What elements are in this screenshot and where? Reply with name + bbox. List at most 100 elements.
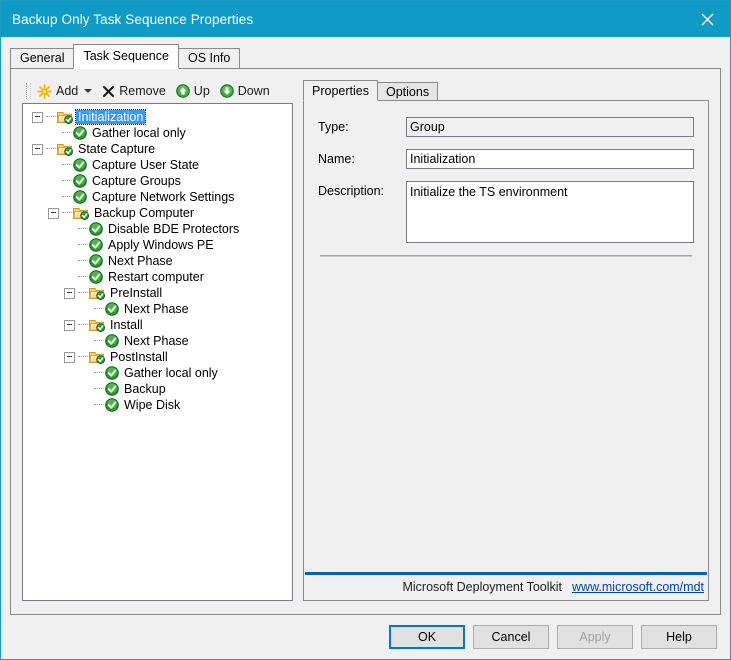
add-button[interactable]: Add xyxy=(37,84,92,99)
tree-connector xyxy=(94,388,104,390)
folder-group-icon xyxy=(57,142,73,156)
name-field[interactable] xyxy=(406,149,694,169)
tree-connector xyxy=(78,228,88,230)
tree-item[interactable]: PostInstall xyxy=(23,349,292,365)
collapse-toggle-icon[interactable] xyxy=(64,352,75,363)
green-check-action-icon xyxy=(73,174,87,188)
tree-item-label: Next Phase xyxy=(122,302,191,316)
task-sequence-tree[interactable]: InitializationGather local onlyState Cap… xyxy=(22,103,293,601)
tab-options[interactable]: Options xyxy=(377,82,438,101)
tree-item[interactable]: Gather local only xyxy=(23,125,292,141)
mdt-footer: Microsoft Deployment Toolkit www.microso… xyxy=(304,572,708,600)
task-sequence-page: Add Remove xyxy=(10,69,721,615)
properties-tabstrip: Properties Options xyxy=(303,79,709,101)
tab-general[interactable]: General xyxy=(10,48,74,69)
collapse-toggle-icon[interactable] xyxy=(64,320,75,331)
tree-item[interactable]: Next Phase xyxy=(23,333,292,349)
dialog-button-row: OK Cancel Apply Help xyxy=(1,615,730,659)
tree-item[interactable]: Capture Groups xyxy=(23,173,292,189)
main-tabstrip: General Task Sequence OS Info xyxy=(1,43,730,69)
window-title: Backup Only Task Sequence Properties xyxy=(1,12,253,27)
tree-item-label: Next Phase xyxy=(106,254,175,268)
tree-item-label: Gather local only xyxy=(122,366,220,380)
green-check-action-icon xyxy=(89,270,103,284)
tree-connector xyxy=(78,356,88,358)
tab-task-sequence[interactable]: Task Sequence xyxy=(73,44,178,69)
tree-connector xyxy=(78,292,88,294)
collapse-toggle-icon[interactable] xyxy=(48,208,59,219)
folder-group-icon xyxy=(73,206,89,220)
remove-button[interactable]: Remove xyxy=(102,84,166,98)
mdt-website-link[interactable]: www.microsoft.com/mdt xyxy=(572,580,704,594)
remove-label: Remove xyxy=(119,84,166,98)
help-button[interactable]: Help xyxy=(641,625,717,649)
tree-connector xyxy=(62,196,72,198)
tree-connector xyxy=(46,116,56,118)
tree-item[interactable]: Initialization xyxy=(23,109,292,125)
toolbar-grip xyxy=(26,83,31,99)
close-glyph xyxy=(701,13,714,26)
tree-item-label: Next Phase xyxy=(122,334,191,348)
tree-item-label: Capture Network Settings xyxy=(90,190,236,204)
tree-item-label: Restart computer xyxy=(106,270,206,284)
tree-item[interactable]: Next Phase xyxy=(23,253,292,269)
tree-item[interactable]: Capture User State xyxy=(23,157,292,173)
tab-properties[interactable]: Properties xyxy=(303,80,378,101)
tree-item[interactable]: Install xyxy=(23,317,292,333)
collapse-toggle-icon[interactable] xyxy=(32,112,43,123)
title-bar: Backup Only Task Sequence Properties xyxy=(1,1,730,37)
tree-item[interactable]: Restart computer xyxy=(23,269,292,285)
tree-connector xyxy=(78,276,88,278)
move-down-button[interactable]: Down xyxy=(220,84,270,98)
tree-item[interactable]: Wipe Disk xyxy=(23,397,292,413)
tree-connector xyxy=(46,148,56,150)
move-up-button[interactable]: Up xyxy=(176,84,210,98)
dialog-window: Backup Only Task Sequence Properties Gen… xyxy=(0,0,731,660)
tree-item[interactable]: Disable BDE Protectors xyxy=(23,221,292,237)
tree-item[interactable]: Backup xyxy=(23,381,292,397)
tree-connector xyxy=(78,324,88,326)
type-row: Type: xyxy=(318,117,694,137)
add-label: Add xyxy=(56,84,78,98)
move-down-label: Down xyxy=(238,84,270,98)
ok-button[interactable]: OK xyxy=(389,625,465,649)
tree-item[interactable]: Capture Network Settings xyxy=(23,189,292,205)
description-label: Description: xyxy=(318,181,406,198)
tree-item[interactable]: Next Phase xyxy=(23,301,292,317)
tree-connector xyxy=(62,132,72,134)
name-label: Name: xyxy=(318,149,406,166)
tree-item-label: Capture Groups xyxy=(90,174,183,188)
green-check-action-icon xyxy=(105,366,119,380)
tree-item[interactable]: Backup Computer xyxy=(23,205,292,221)
tree-item-label: PostInstall xyxy=(108,350,170,364)
close-icon[interactable] xyxy=(684,1,730,37)
chevron-down-icon[interactable] xyxy=(84,89,92,93)
collapse-toggle-icon[interactable] xyxy=(64,288,75,299)
name-row: Name: xyxy=(318,149,694,169)
green-check-action-icon xyxy=(89,222,103,236)
tab-os-info[interactable]: OS Info xyxy=(178,48,240,69)
tree-item-label: Disable BDE Protectors xyxy=(106,222,241,236)
green-check-action-icon xyxy=(105,398,119,412)
tree-item-label: Gather local only xyxy=(90,126,188,140)
tree-item-label: PreInstall xyxy=(108,286,164,300)
green-check-action-icon xyxy=(73,190,87,204)
type-label: Type: xyxy=(318,117,406,134)
tree-item[interactable]: State Capture xyxy=(23,141,292,157)
tree-connector xyxy=(62,212,72,214)
cancel-button[interactable]: Cancel xyxy=(473,625,549,649)
tree-connector xyxy=(94,308,104,310)
tree-item[interactable]: PreInstall xyxy=(23,285,292,301)
green-check-action-icon xyxy=(105,334,119,348)
add-star-icon xyxy=(37,84,52,99)
tree-item-label: Initialization xyxy=(76,110,145,124)
type-field xyxy=(406,117,694,137)
tree-item[interactable]: Gather local only xyxy=(23,365,292,381)
product-name: Microsoft Deployment Toolkit xyxy=(402,580,562,594)
description-field[interactable] xyxy=(406,181,694,243)
arrow-down-circle-icon xyxy=(220,84,234,98)
collapse-toggle-icon[interactable] xyxy=(32,144,43,155)
tree-item-label: Wipe Disk xyxy=(122,398,182,412)
tree-item[interactable]: Apply Windows PE xyxy=(23,237,292,253)
tree-connector xyxy=(94,404,104,406)
